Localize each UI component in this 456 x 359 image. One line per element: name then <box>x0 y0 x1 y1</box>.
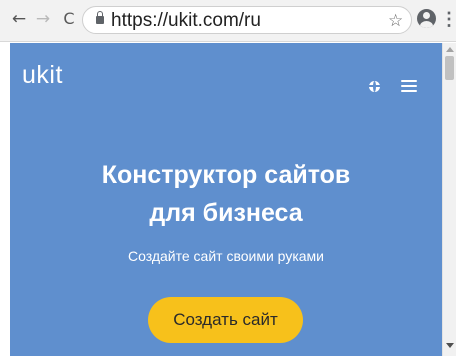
scroll-down-arrow-icon[interactable] <box>446 343 454 348</box>
hamburger-line <box>401 85 417 87</box>
hero-title-line-2: для бизнеса <box>149 199 303 227</box>
browser-toolbar: ← → C https://ukit.com/ru ☆ ⋮ <box>0 0 456 42</box>
vertical-scrollbar[interactable] <box>442 43 456 356</box>
kebab-menu-icon[interactable]: ⋮ <box>440 8 456 30</box>
hamburger-line <box>401 90 417 92</box>
account-icon[interactable] <box>417 9 436 28</box>
back-arrow-icon[interactable]: ← <box>8 8 30 30</box>
hero-title: Конструктор сайтов для бизнеса <box>10 156 442 232</box>
site-logo[interactable]: ukit <box>22 61 63 89</box>
address-bar[interactable]: https://ukit.com/ru ☆ <box>82 6 412 34</box>
scroll-thumb[interactable] <box>445 56 454 80</box>
forward-arrow-icon[interactable]: → <box>32 8 54 30</box>
hamburger-icon[interactable] <box>401 80 417 93</box>
scroll-up-arrow-icon[interactable] <box>446 47 454 52</box>
url-text[interactable]: https://ukit.com/ru <box>111 10 261 32</box>
hero-title-line-1: Конструктор сайтов <box>101 161 351 189</box>
browser-window: ← → C https://ukit.com/ru ☆ ⋮ ukit Конст… <box>0 0 456 359</box>
create-site-button[interactable]: Создать сайт <box>148 297 303 343</box>
hamburger-line <box>401 80 417 82</box>
star-icon[interactable]: ☆ <box>388 11 403 31</box>
globe-icon[interactable] <box>369 81 380 92</box>
lock-icon <box>96 11 104 24</box>
reload-icon[interactable]: C <box>58 8 80 30</box>
page-viewport: ukit Конструктор сайтов для бизнеса Созд… <box>10 43 442 356</box>
hero-subtitle: Создайте сайт своими руками <box>128 248 324 264</box>
